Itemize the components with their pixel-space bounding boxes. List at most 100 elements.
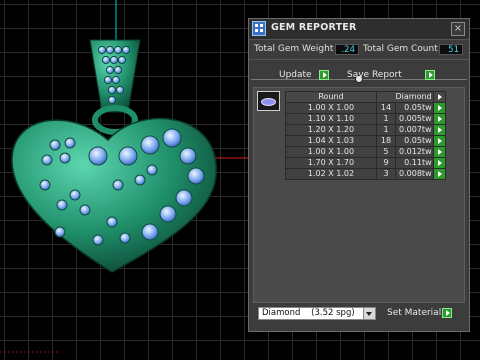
gem-count-cell: 1 [376,113,396,125]
gem-table: Round Diamond 1.00 X 1.00 14 0.05tw 1.10 X … [285,91,446,180]
gem-stone [113,65,123,75]
material-select[interactable]: Diamond (3.52 spg) [258,307,376,320]
gem-stone [140,135,160,155]
gem-weight-cell: 0.012tw [395,146,434,158]
close-icon[interactable]: × [451,22,465,36]
gem-stone [109,55,119,65]
gem-count-cell: 5 [376,146,396,158]
gem-stone [105,65,115,75]
table-row[interactable]: 1.04 X 1.03 18 0.05tw [285,135,446,147]
column-header-count [376,91,396,103]
gem-count-cell: 18 [376,135,396,147]
gem-stone [134,174,146,186]
play-arrow-icon[interactable] [319,70,329,80]
gem-stone [88,146,108,166]
save-report-button[interactable]: Save Report [345,69,441,81]
round-gem-icon[interactable] [257,91,280,111]
gem-stone [141,223,159,241]
table-row[interactable]: 1.00 X 1.00 14 0.05tw [285,102,446,114]
material-select-value: Diamond (3.52 spg) [262,308,355,318]
gem-stone [175,189,193,207]
column-header-material: Diamond [395,91,434,103]
play-arrow-icon[interactable] [425,70,435,80]
total-gem-weight-label: Total Gem Weight [254,44,334,54]
gem-stone [112,179,124,191]
gem-stone [101,55,111,65]
gem-size-cell: 1.20 X 1.20 [285,124,377,136]
gem-stone [162,128,182,148]
gem-size-cell: 1.04 X 1.03 [285,135,377,147]
column-header-spacer [432,91,446,103]
gem-weight-cell: 0.05tw [395,135,434,147]
gem-stone [106,216,118,228]
gem-stone [105,45,115,55]
play-arrow-icon[interactable] [432,124,446,136]
table-row[interactable]: 1.10 X 1.10 1 0.005tw [285,113,446,125]
gem-stone [56,199,68,211]
gem-weight-cell: 0.008tw [395,168,434,180]
gem-weight-cell: 0.05tw [395,102,434,114]
gem-stone [113,45,123,55]
chevron-down-icon[interactable] [363,308,375,319]
window-title: GEM REPORTER [271,22,357,33]
update-label: Update [279,70,312,80]
play-arrow-icon[interactable] [432,102,446,114]
gem-weight-cell: 0.005tw [395,113,434,125]
gem-count-cell: 3 [376,168,396,180]
total-gem-count-value: 51 [439,44,463,55]
table-header-row: Round Diamond [285,91,446,103]
gem-size-cell: 1.00 X 1.00 [285,146,377,158]
gem-stone [121,45,131,55]
play-arrow-icon[interactable] [432,135,446,147]
play-arrow-icon[interactable] [442,308,452,318]
gem-stone [97,45,107,55]
play-arrow-icon[interactable] [432,157,446,169]
gem-table-area: Round Diamond 1.00 X 1.00 14 0.05tw 1.10 X … [253,87,465,303]
gem-stone [107,95,117,105]
gem-stone [103,75,113,85]
total-gem-weight-value: .24 [335,44,359,55]
gem-stone [54,226,66,238]
gem-stone [39,179,51,191]
gem-stone [64,137,76,149]
save-report-label: Save Report [347,70,402,80]
gem-stone [115,85,125,95]
gem-stone [49,139,61,151]
gem-size-cell: 1.10 X 1.10 [285,113,377,125]
gem-stone [111,75,121,85]
column-header-shape: Round [285,91,377,103]
gem-stone [79,204,91,216]
table-row[interactable]: 1.02 X 1.02 3 0.008tw [285,168,446,180]
play-arrow-icon[interactable] [432,113,446,125]
gem-count-cell: 9 [376,157,396,169]
gem-stone [107,85,117,95]
table-row[interactable]: 1.20 X 1.20 1 0.007tw [285,124,446,136]
gem-size-cell: 1.00 X 1.00 [285,102,377,114]
set-material-button[interactable]: Set Material [385,307,457,319]
gem-reporter-panel: GEM REPORTER × Total Gem Weight .24 Tota… [248,18,470,332]
gem-stone [146,164,158,176]
gem-stone [119,232,131,244]
gem-stone [118,146,138,166]
table-row[interactable]: 1.00 X 1.00 5 0.012tw [285,146,446,158]
gem-stone [179,147,197,165]
gem-stone [117,55,127,65]
title-bar[interactable]: GEM REPORTER × [249,19,469,40]
update-button[interactable]: Update [277,69,333,81]
gem-reporter-app-icon [252,21,266,36]
gem-weight-cell: 0.11tw [395,157,434,169]
gem-stone [92,234,104,246]
gem-size-cell: 1.02 X 1.02 [285,168,377,180]
gem-stone [59,152,71,164]
table-row[interactable]: 1.70 X 1.70 9 0.11tw [285,157,446,169]
gem-count-cell: 1 [376,124,396,136]
gem-stone [159,205,177,223]
total-gem-count-label: Total Gem Count [363,44,438,54]
set-material-label: Set Material [387,308,442,318]
gem-count-cell: 14 [376,102,396,114]
play-arrow-icon[interactable] [432,168,446,180]
play-arrow-icon[interactable] [432,146,446,158]
gem-stone [41,154,53,166]
gem-stone [187,167,205,185]
gem-stone [69,189,81,201]
